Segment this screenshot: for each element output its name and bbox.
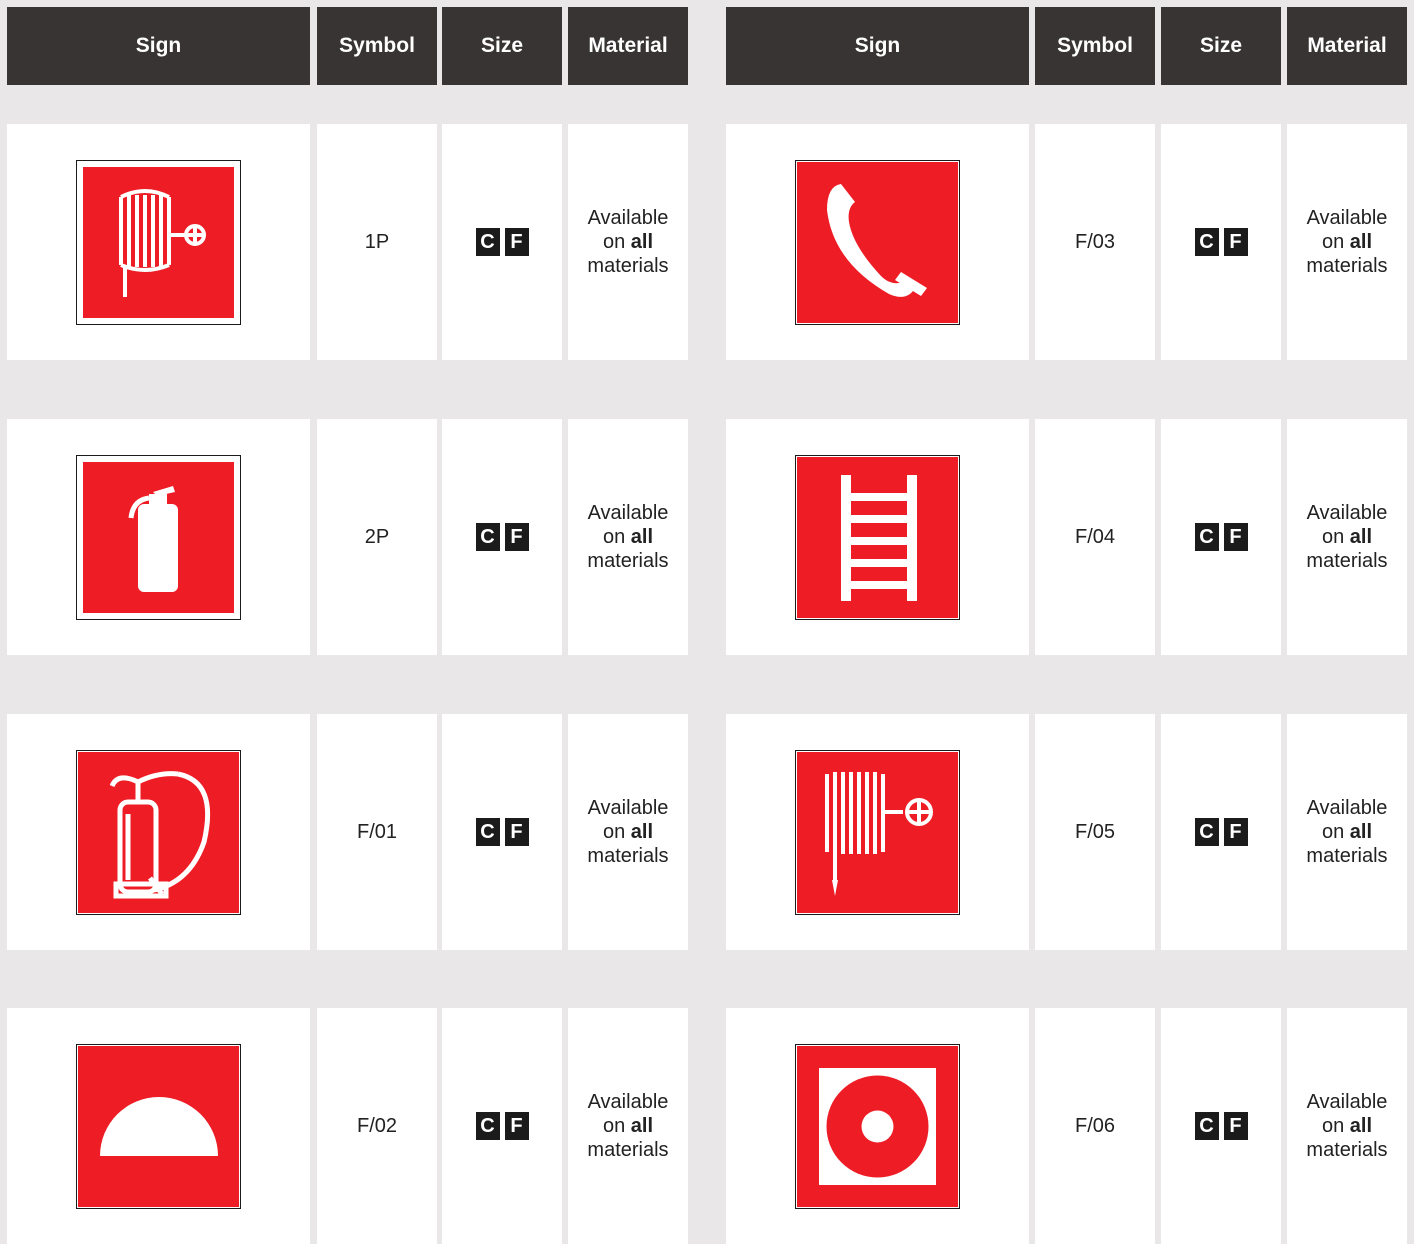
material-cell: Available on all materials (568, 1008, 688, 1244)
fire-extinguisher-hose-icon (78, 751, 239, 913)
sign-cell (7, 419, 310, 655)
table-row: 2P C F Available on all materials (7, 419, 688, 655)
material-text: Available on all materials (587, 1091, 669, 1161)
symbol-code: 2P (364, 525, 390, 548)
sign-cell (726, 124, 1029, 360)
fire-hose-reel-icon (83, 166, 234, 318)
emergency-phone-icon (797, 161, 958, 323)
size-f-badge: F (504, 523, 529, 551)
symbol-cell: F/02 (317, 1008, 437, 1244)
sign-frame (76, 749, 241, 915)
sign-cell (7, 124, 310, 360)
sign-frame (76, 454, 241, 620)
size-c-badge: C (1194, 1112, 1219, 1140)
size-f-badge: F (1223, 523, 1248, 551)
symbol-code: F/06 (1074, 1114, 1116, 1137)
symbol-code: F/05 (1074, 820, 1116, 843)
symbol-cell: F/04 (1035, 419, 1155, 655)
symbol-cell: F/03 (1035, 124, 1155, 360)
material-cell: Available on all materials (568, 124, 688, 360)
fire-ladder-icon (797, 456, 958, 618)
symbol-code: F/01 (356, 820, 398, 843)
fire-extinguisher-icon (83, 461, 234, 613)
sign-frame (795, 1043, 960, 1209)
size-c-badge: C (1194, 523, 1219, 551)
size-cell: C F (1161, 124, 1281, 360)
header-sign: Sign (7, 7, 310, 85)
size-cell: C F (442, 714, 562, 950)
size-c-badge: C (475, 228, 500, 256)
size-f-badge: F (1223, 1112, 1248, 1140)
material-cell: Available on all materials (1287, 1008, 1407, 1244)
symbol-cell: 1P (317, 124, 437, 360)
sign-frame (795, 749, 960, 915)
symbol-code: F/03 (1074, 230, 1116, 253)
sign-cell (726, 1008, 1029, 1244)
header-size: Size (1161, 7, 1281, 85)
sign-cell (7, 1008, 310, 1244)
material-text: Available on all materials (1306, 502, 1388, 572)
size-cell: C F (1161, 419, 1281, 655)
header-symbol: Symbol (317, 7, 437, 85)
sign-frame (795, 454, 960, 620)
header-sign: Sign (726, 7, 1029, 85)
symbol-code: F/02 (356, 1114, 398, 1137)
size-cell: C F (1161, 714, 1281, 950)
symbol-cell: 2P (317, 419, 437, 655)
size-f-badge: F (504, 1112, 529, 1140)
size-cell: C F (1161, 1008, 1281, 1244)
table-row: F/02 C F Available on all materials (7, 1008, 688, 1244)
material-text: Available on all materials (587, 502, 669, 572)
table-row: F/01 C F Available on all materials (7, 714, 688, 950)
material-text: Available on all materials (587, 207, 669, 277)
material-text: Available on all materials (1306, 207, 1388, 277)
material-text: Available on all materials (587, 797, 669, 867)
sign-cell (726, 419, 1029, 655)
table-row: F/05 C F Available on all materials (726, 714, 1407, 950)
sign-cell (7, 714, 310, 950)
symbol-code: F/04 (1074, 525, 1116, 548)
size-f-badge: F (1223, 818, 1248, 846)
material-text: Available on all materials (1306, 1091, 1388, 1161)
size-c-badge: C (475, 1112, 500, 1140)
header-material: Material (1287, 7, 1407, 85)
symbol-code: 1P (364, 230, 390, 253)
table-row: F/03 C F Available on all materials (726, 124, 1407, 360)
fire-hose-reel-icon (797, 751, 958, 913)
size-f-badge: F (504, 228, 529, 256)
sign-cell (726, 714, 1029, 950)
material-cell: Available on all materials (1287, 419, 1407, 655)
fire-dome-icon (78, 1045, 239, 1207)
size-c-badge: C (1194, 228, 1219, 256)
size-c-badge: C (475, 818, 500, 846)
table-row: F/04 C F Available on all materials (726, 419, 1407, 655)
size-c-badge: C (475, 523, 500, 551)
material-cell: Available on all materials (1287, 124, 1407, 360)
size-f-badge: F (504, 818, 529, 846)
size-cell: C F (442, 1008, 562, 1244)
size-c-badge: C (1194, 818, 1219, 846)
header-material: Material (568, 7, 688, 85)
size-cell: C F (442, 124, 562, 360)
symbol-cell: F/06 (1035, 1008, 1155, 1244)
material-cell: Available on all materials (568, 714, 688, 950)
sign-frame (795, 159, 960, 325)
material-cell: Available on all materials (1287, 714, 1407, 950)
size-cell: C F (442, 419, 562, 655)
header-symbol: Symbol (1035, 7, 1155, 85)
sign-frame (76, 1043, 241, 1209)
table-row: F/06 C F Available on all materials (726, 1008, 1407, 1244)
material-text: Available on all materials (1306, 797, 1388, 867)
header-size: Size (442, 7, 562, 85)
size-f-badge: F (1223, 228, 1248, 256)
sign-frame (76, 159, 241, 325)
fire-alarm-button-icon (797, 1045, 958, 1207)
material-cell: Available on all materials (568, 419, 688, 655)
symbol-cell: F/01 (317, 714, 437, 950)
symbol-cell: F/05 (1035, 714, 1155, 950)
table-row: 1P C F Available on all materials (7, 124, 688, 360)
